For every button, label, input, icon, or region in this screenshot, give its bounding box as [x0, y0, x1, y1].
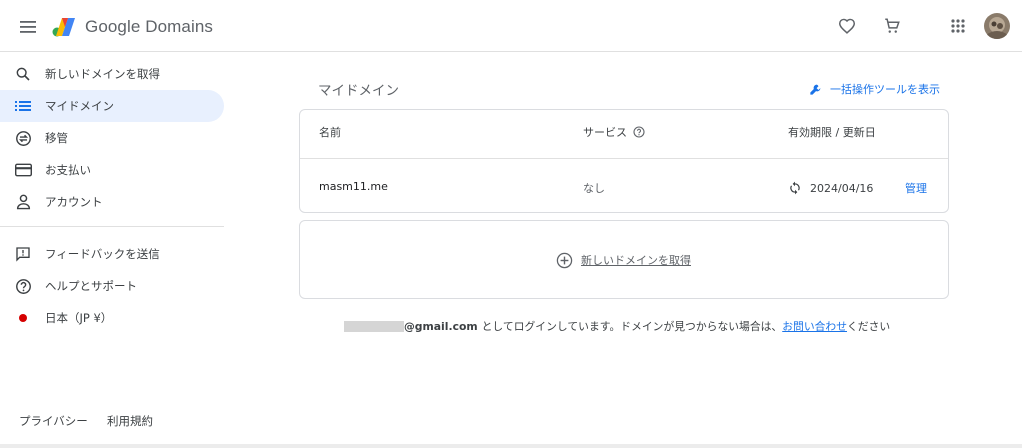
help-icon [13, 276, 33, 296]
japan-flag-icon [13, 308, 33, 328]
email-domain: @gmail.com [404, 319, 478, 333]
sidebar-item-label: 日本（JP ¥） [45, 311, 113, 325]
expiry-cell: 2024/04/16 [788, 180, 873, 196]
redacted-email [344, 320, 404, 332]
sidebar-item-label: 新しいドメインを取得 [45, 67, 160, 81]
bulk-tool-link[interactable]: 一括操作ツールを表示 [809, 81, 940, 97]
google-domains-logo[interactable] [52, 15, 78, 39]
sidebar-item-feedback[interactable]: フィードバックを送信 [0, 238, 224, 270]
terms-link[interactable]: 利用規約 [107, 413, 153, 429]
sidebar-item-label: お支払い [45, 163, 91, 177]
apps-icon[interactable] [945, 13, 971, 39]
brand-name[interactable]: Google Domains [85, 17, 213, 37]
sidebar-item-help[interactable]: ヘルプとサポート [0, 270, 224, 302]
bottom-edge [0, 444, 1022, 448]
menu-icon[interactable] [14, 13, 42, 41]
domain-table: 名前 サービス 有効期限 / 更新日 masm11.me なし 2024/04/… [299, 109, 949, 213]
get-domain-card: 新しいドメインを取得 [299, 220, 949, 299]
add-circle-icon [556, 251, 574, 269]
get-new-domain-label: 新しいドメインを取得 [581, 254, 691, 267]
table-divider [300, 158, 948, 159]
sidebar-item-get-domain[interactable]: 新しいドメインを取得 [0, 58, 224, 90]
column-header-name: 名前 [319, 126, 341, 139]
top-app-bar: Google Domains [0, 0, 1022, 52]
column-header-service: サービス [583, 124, 645, 140]
help-circle-icon[interactable] [633, 126, 645, 138]
cart-icon[interactable] [879, 13, 905, 39]
login-note-suffix: ください [847, 320, 891, 333]
sidebar: 新しいドメインを取得 マイドメイン 移管 お支払い アカウント フィードバックを… [0, 52, 230, 448]
auto-renew-icon [788, 180, 804, 196]
sidebar-item-label: 移管 [45, 131, 68, 145]
expiry-date: 2024/04/16 [810, 181, 874, 195]
sidebar-divider [0, 226, 224, 227]
sidebar-item-label: フィードバックを送信 [45, 247, 160, 261]
column-header-expiry: 有効期限 / 更新日 [788, 126, 876, 139]
sidebar-item-transfer[interactable]: 移管 [0, 122, 224, 154]
manage-button[interactable]: 管理 [905, 180, 927, 196]
column-header-service-label: サービス [583, 126, 627, 139]
avatar[interactable] [984, 13, 1010, 39]
sidebar-item-my-domains[interactable]: マイドメイン [0, 90, 224, 122]
feedback-icon [13, 244, 33, 264]
sidebar-item-label: アカウント [45, 195, 103, 209]
person-icon [13, 192, 33, 212]
search-icon [13, 64, 33, 84]
service-value: なし [583, 182, 605, 195]
login-note-text: としてログインしています。ドメインが見つからない場合は、 [481, 320, 783, 333]
list-icon [13, 96, 33, 116]
sidebar-item-label: ヘルプとサポート [45, 279, 137, 293]
wrench-icon [809, 82, 823, 96]
heart-icon[interactable] [834, 13, 860, 39]
contact-us-link[interactable]: お問い合わせ [782, 318, 847, 334]
sidebar-item-billing[interactable]: お支払い [0, 154, 224, 186]
sidebar-item-region[interactable]: 日本（JP ¥） [0, 302, 224, 334]
sidebar-item-account[interactable]: アカウント [0, 186, 224, 218]
privacy-link[interactable]: プライバシー [19, 413, 88, 429]
page-title: マイドメイン [318, 83, 399, 99]
domain-name[interactable]: masm11.me [319, 180, 388, 193]
sidebar-item-label: マイドメイン [45, 99, 114, 113]
login-note: @gmail.com としてログインしています。ドメインが見つからない場合は、 … [344, 318, 890, 334]
credit-card-icon [13, 160, 33, 180]
transfer-icon [13, 128, 33, 148]
bulk-tool-label: 一括操作ツールを表示 [830, 83, 940, 96]
get-new-domain-button[interactable]: 新しいドメインを取得 [556, 251, 691, 269]
